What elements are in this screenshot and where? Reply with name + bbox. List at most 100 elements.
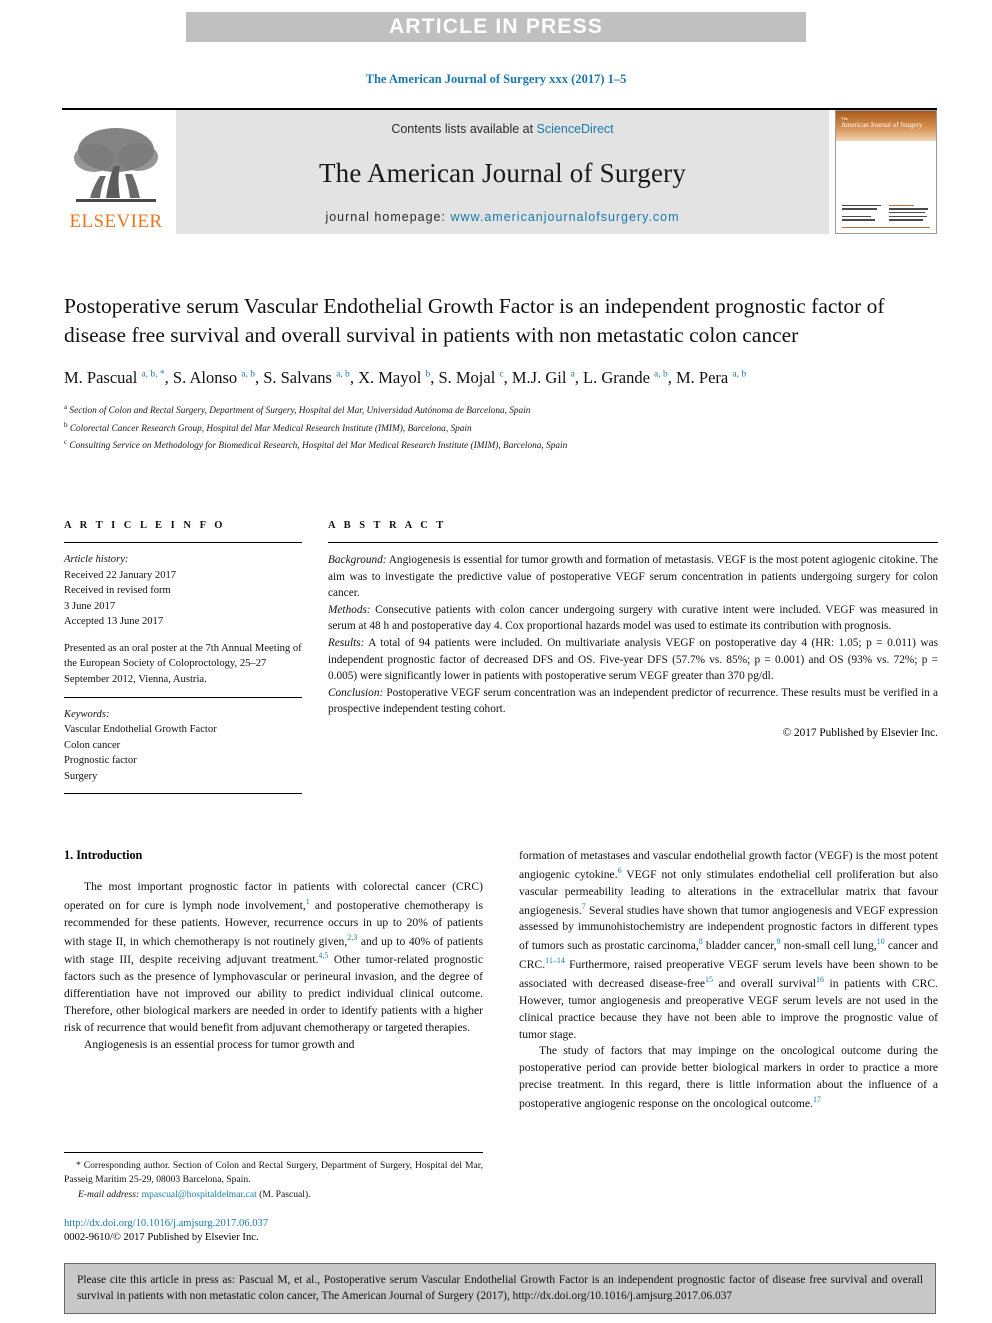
author-affiliation-marks: a, b [241, 369, 255, 380]
reference-marker[interactable]: 4,5 [318, 951, 328, 960]
reference-marker[interactable]: 8 [699, 937, 703, 946]
abstract-section-label: Conclusion: [328, 686, 384, 699]
reference-marker[interactable]: 15 [705, 975, 713, 984]
issn-copyright-line: 0002-9610/© 2017 Published by Elsevier I… [64, 1232, 259, 1244]
reference-marker[interactable]: 2,3 [347, 933, 357, 942]
info-abstract-panel: A R T I C L E I N F O Article history: R… [64, 520, 938, 795]
reference-marker[interactable]: 17 [813, 1095, 821, 1104]
article-history-label: Article history: [64, 554, 129, 565]
journal-homepage-prefix: journal homepage: [325, 210, 451, 224]
author-name: X. Mayol [358, 368, 426, 388]
affiliation-item: c Consulting Service on Methodology for … [64, 437, 568, 451]
body-column-left: 1. Introduction The most important progn… [64, 848, 483, 1113]
reference-marker[interactable]: 11–14 [545, 956, 565, 965]
article-info-rule-mid [64, 696, 302, 698]
journal-cover-thumbnail: The American Journal of Surgery [835, 110, 937, 234]
email-address-suffix: (M. Pascual). [256, 1188, 311, 1200]
abstract-section-label: Results: [328, 636, 365, 649]
abstract-section-label: Background: [328, 554, 387, 566]
masthead-center-panel: Contents lists available at ScienceDirec… [176, 110, 829, 234]
sciencedirect-link[interactable]: ScienceDirect [537, 122, 614, 136]
abstract-section-label: Methods: [328, 603, 371, 616]
cover-title: The American Journal of Surgery [841, 116, 922, 129]
keywords-label: Keywords: [64, 708, 110, 720]
cover-bottom-rule [842, 227, 930, 228]
body-columns: 1. Introduction The most important progn… [64, 848, 938, 1113]
article-history-line: Received in revised form [64, 585, 171, 597]
author-affiliation-marks: a, b [654, 369, 668, 380]
author-name: S. Alonso [172, 368, 242, 388]
reference-marker[interactable]: 10 [877, 937, 885, 946]
journal-masthead: ELSEVIER Contents lists available at Sci… [62, 108, 937, 234]
author-affiliation-marks: c [499, 369, 504, 380]
body-paragraph: The study of factors that may impinge on… [519, 1044, 938, 1111]
keywords-body: Keywords: Vascular Endothelial Growth Fa… [64, 707, 302, 785]
reference-marker[interactable]: 7 [582, 902, 586, 911]
body-paragraph: formation of metastases and vascular end… [519, 849, 939, 1041]
email-address-label: E-mail address: [78, 1188, 140, 1200]
reference-marker[interactable]: 16 [816, 975, 824, 984]
running-head: The American Journal of Surgery xxx (201… [365, 72, 627, 86]
journal-homepage-link[interactable]: www.americanjournalofsurgery.com [450, 210, 679, 224]
section-heading-introduction: 1. Introduction [64, 848, 143, 862]
article-history-line: Accepted 13 June 2017 [64, 616, 164, 628]
affiliation-mark: a [64, 403, 68, 412]
keyword-item: Surgery [64, 770, 98, 782]
corresponding-author-text: Corresponding author. Section of Colon a… [64, 1160, 483, 1185]
elsevier-logo: ELSEVIER [62, 110, 170, 234]
article-history-line: Received 22 January 2017 [64, 569, 177, 581]
author-name: L. Grande [583, 368, 655, 388]
keywords-lines: Vascular Endothelial Growth Factor Colon … [64, 722, 302, 784]
cover-contents-lines [842, 204, 930, 223]
body-paragraph: The most important prognostic factor in … [64, 880, 483, 1034]
article-info-column: A R T I C L E I N F O Article history: R… [64, 520, 302, 795]
keyword-item: Prognostic factor [64, 755, 137, 767]
affiliation-item: b Colorectal Cancer Research Group, Hosp… [64, 420, 472, 434]
article-in-press-banner: ARTICLE IN PRESS [186, 12, 806, 42]
abstract-body: Background: Angiogenesis is essential fo… [328, 552, 938, 718]
affiliation-mark: b [64, 420, 68, 429]
abstract-section: Methods: Consecutive patients with colon… [328, 603, 938, 633]
author-name: S. Mojal [438, 368, 500, 388]
body-right-paragraphs: formation of metastases and vascular end… [519, 848, 938, 1113]
reference-marker[interactable]: 6 [618, 866, 622, 875]
keyword-item: Colon cancer [64, 739, 121, 751]
abstract-section: Results: A total of 94 patients were inc… [328, 636, 938, 683]
author-name: S. Salvans [263, 368, 337, 388]
corresponding-author-footnote: * Corresponding author. Section of Colon… [64, 1152, 483, 1202]
author-affiliation-marks: b [425, 369, 431, 380]
elsevier-wordmark: ELSEVIER [69, 211, 163, 232]
abstract-heading: A B S T R A C T [328, 520, 447, 531]
elsevier-tree-icon [70, 124, 162, 212]
author-name: M. Pera [676, 368, 733, 388]
body-left-paragraphs: The most important prognostic factor in … [64, 879, 483, 1054]
article-info-rule-top [64, 542, 302, 543]
author-affiliation-marks: a [570, 369, 575, 380]
email-address-line: E-mail address: mpascual@hospitaldelmar.… [64, 1188, 483, 1202]
affiliation-mark: c [64, 437, 68, 446]
abstract-column: A B S T R A C T Background: Angiogenesis… [328, 520, 938, 794]
affiliation-item: a Section of Colon and Rectal Surgery, D… [64, 403, 531, 417]
cover-title-main: American Journal of Surgery [841, 121, 923, 130]
abstract-section: Background: Angiogenesis is essential fo… [328, 554, 938, 600]
doi-link[interactable]: http://dx.doi.org/10.1016/j.amjsurg.2017… [64, 1217, 564, 1231]
page-title: Postoperative serum Vascular Endothelial… [64, 294, 885, 348]
contents-lists-prefix: Contents lists available at [391, 122, 537, 136]
affiliation-list: a Section of Colon and Rectal Surgery, D… [64, 402, 934, 453]
article-in-press-label: ARTICLE IN PRESS [388, 15, 604, 38]
reference-marker[interactable]: 9 [777, 937, 781, 946]
author-name: M. Pascual [64, 368, 142, 388]
title-block: Postoperative serum Vascular Endothelial… [64, 292, 934, 454]
body-paragraph: Angiogenesis is an essential process for… [84, 1037, 355, 1051]
abstract-section: Conclusion: Postoperative VEGF serum con… [328, 686, 938, 716]
abstract-copyright: © 2017 Published by Elsevier Inc. [782, 726, 938, 739]
author-affiliation-marks: a, b [732, 369, 747, 380]
journal-homepage-line: journal homepage: www.americanjournalofs… [325, 210, 679, 224]
email-address-link[interactable]: mpascual@hospitaldelmar.cat [142, 1189, 257, 1200]
reference-marker[interactable]: 1 [306, 897, 310, 906]
journal-title: The American Journal of Surgery [318, 157, 687, 188]
abstract-rule-top [328, 542, 938, 543]
contents-lists-line: Contents lists available at ScienceDirec… [391, 122, 613, 136]
author-affiliation-marks: a, b [336, 369, 350, 380]
author-affiliation-marks: a, b, * [141, 369, 165, 380]
